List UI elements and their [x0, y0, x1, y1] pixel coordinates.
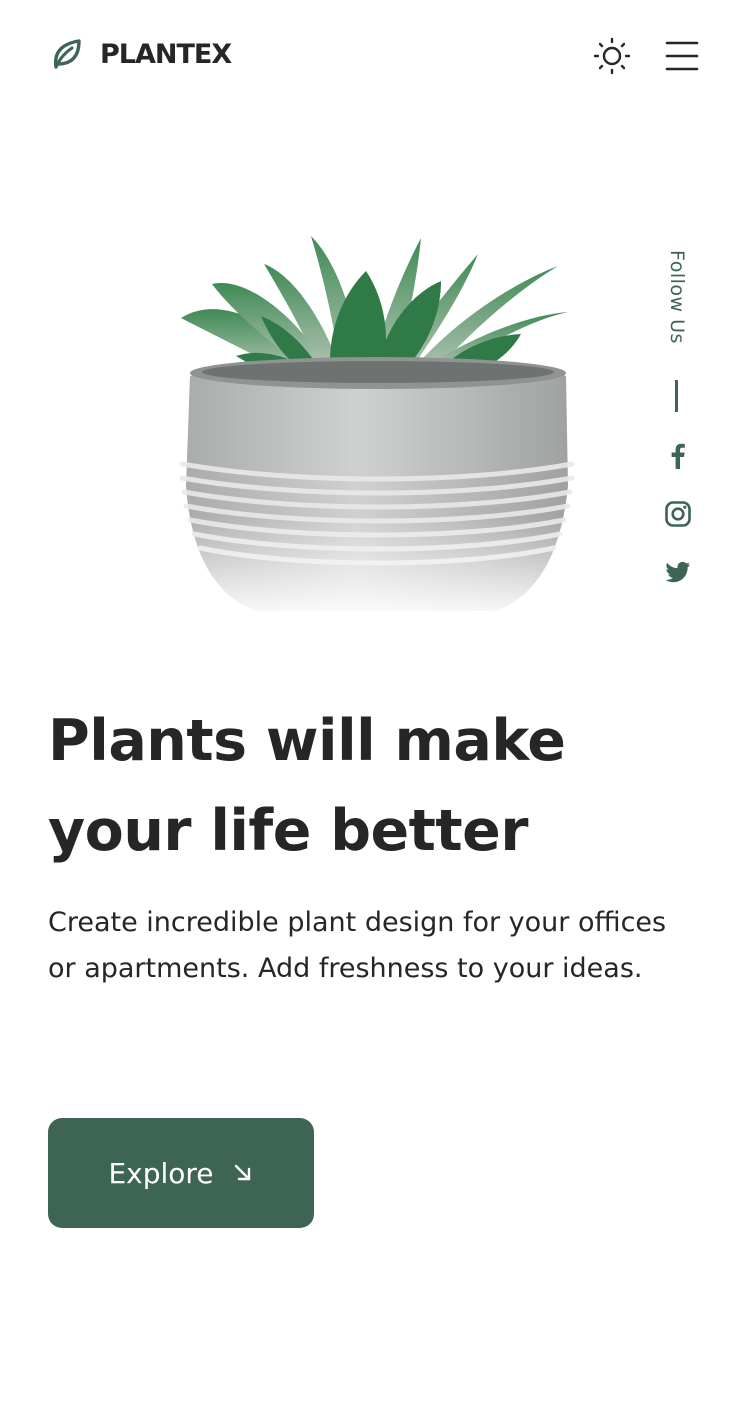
hero-title-line-1: Plants will make — [48, 708, 566, 774]
twitter-icon[interactable] — [664, 558, 692, 586]
brand-name: PLANTEX — [100, 38, 232, 70]
hero-title: Plants will make your life better — [48, 696, 688, 876]
social-follow-bar: Follow Us — [660, 250, 696, 590]
facebook-icon[interactable] — [664, 442, 692, 470]
explore-button[interactable]: Explore — [48, 1118, 314, 1228]
sun-icon[interactable] — [592, 36, 632, 76]
hamburger-menu-icon[interactable] — [664, 38, 700, 74]
explore-button-label: Explore — [108, 1156, 214, 1190]
hero-description: Create incredible plant design for your … — [48, 907, 667, 984]
site-header: PLANTEX — [0, 0, 750, 112]
leaf-icon — [53, 39, 81, 69]
instagram-icon[interactable] — [664, 500, 692, 528]
arrow-down-right-icon — [234, 1164, 250, 1181]
hero-plant-image — [176, 236, 576, 622]
hero-title-line-2: your life better — [48, 798, 528, 864]
follow-us-label: Follow Us — [666, 250, 688, 344]
follow-divider — [675, 380, 678, 412]
brand-logo-link[interactable]: PLANTEX — [48, 36, 232, 72]
